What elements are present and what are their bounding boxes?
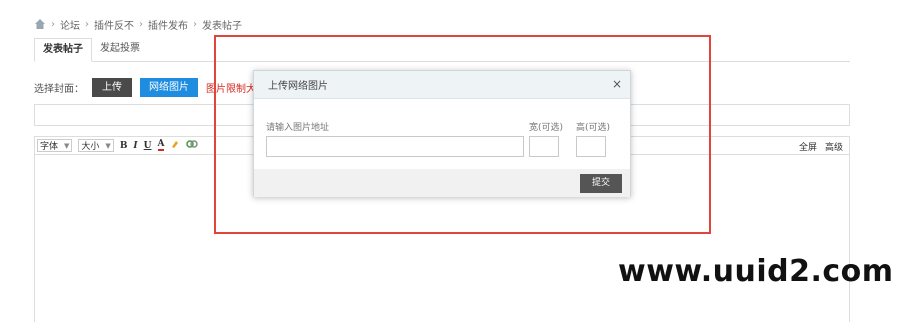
close-icon[interactable]: × [612, 78, 622, 90]
watermark-text: www.uuid2.com [618, 254, 894, 289]
height-label: 高(可选) [576, 123, 611, 133]
breadcrumb-item-plugin-feedback[interactable]: 插件反不 [94, 17, 134, 32]
fullscreen-link[interactable]: 全屏 [799, 140, 817, 153]
cover-label: 选择封面： [34, 83, 84, 95]
net-image-dialog: 上传网络图片 × 请输入图片地址 宽(可选) 高(可选) 提交 [253, 70, 631, 197]
chevron-down-icon: ▼ [105, 141, 111, 150]
chevron-down-icon: ▼ [64, 141, 70, 150]
cover-row: 选择封面： 上传 网络图片 图片限制大小为 [34, 77, 268, 97]
tab-new-poll[interactable]: 发起投票 [92, 38, 148, 61]
size-select[interactable]: 大小 ▼ [78, 139, 114, 152]
breadcrumb-item-plugin-release[interactable]: 插件发布 [148, 17, 188, 32]
net-image-button[interactable]: 网络图片 [140, 77, 198, 97]
editor-right-links: 全屏 高级 [799, 140, 843, 153]
breadcrumb-item-current: 发表帖子 [202, 20, 242, 32]
underline-button[interactable]: U [144, 141, 152, 151]
link-icon[interactable] [186, 139, 199, 152]
font-color-button[interactable]: A [157, 140, 165, 151]
bold-button[interactable]: B [120, 141, 128, 151]
image-url-input[interactable] [266, 136, 524, 157]
highlight-icon[interactable] [170, 139, 180, 152]
dialog-title: 上传网络图片 [268, 81, 328, 92]
dialog-header: 上传网络图片 × [254, 71, 630, 99]
advanced-link[interactable]: 高级 [825, 140, 843, 153]
height-input[interactable] [576, 136, 606, 157]
breadcrumb-item-forum[interactable]: 论坛 [60, 17, 80, 32]
upload-button[interactable]: 上传 [92, 77, 132, 97]
post-type-tabs: 发表帖子 发起投票 [34, 38, 850, 62]
submit-button[interactable]: 提交 [580, 174, 622, 193]
dialog-footer: 提交 [254, 169, 630, 197]
width-input[interactable] [529, 136, 559, 157]
font-select[interactable]: 字体 ▼ [37, 139, 73, 152]
tab-new-post[interactable]: 发表帖子 [34, 38, 92, 62]
home-icon[interactable] [34, 18, 46, 30]
breadcrumb: › 论坛 › 插件反不 › 插件发布 › 发表帖子 [34, 14, 242, 34]
url-label: 请输入图片地址 [266, 123, 330, 133]
italic-button[interactable]: I [133, 141, 137, 151]
width-label: 宽(可选) [529, 123, 564, 133]
